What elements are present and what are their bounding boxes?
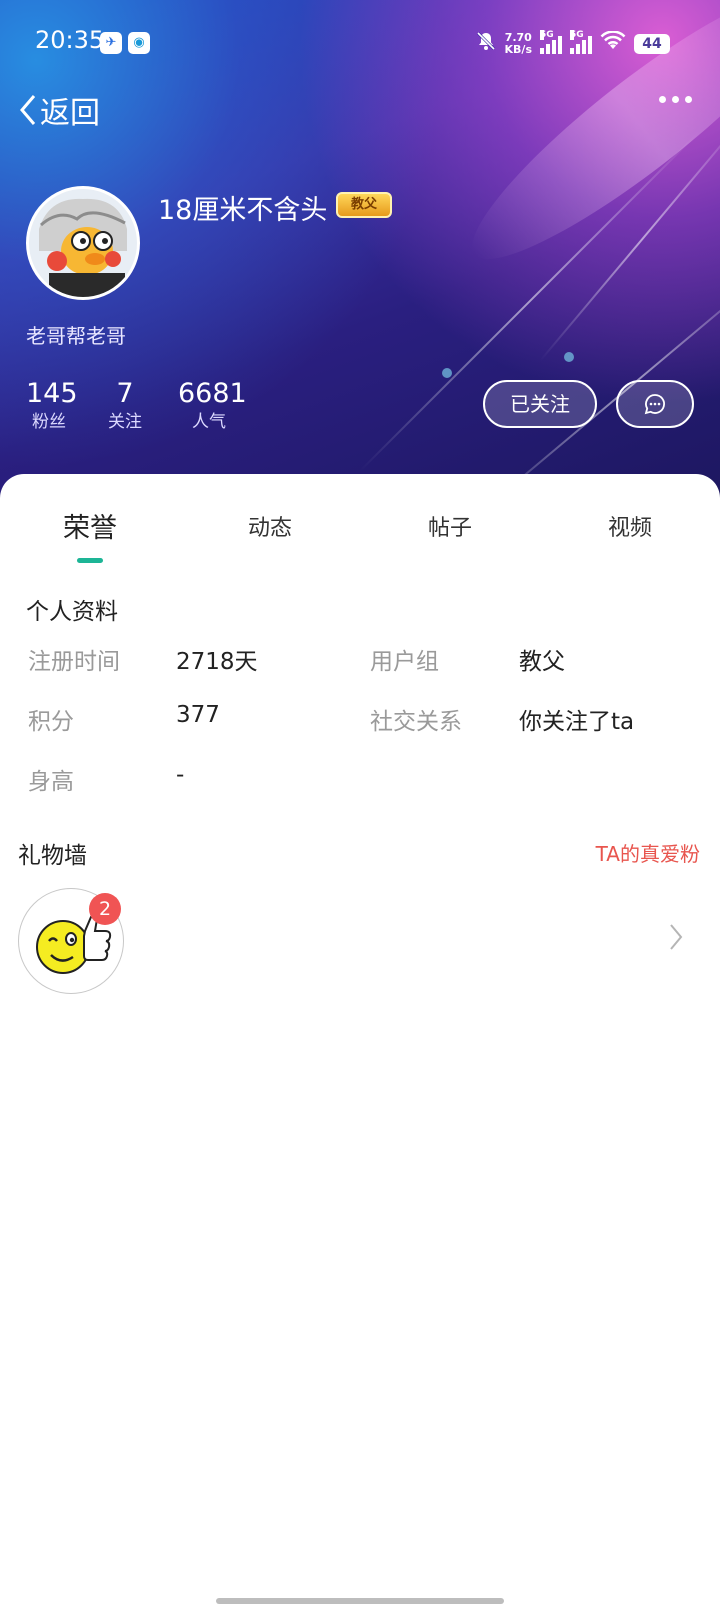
- stat-popularity: 6681 人气: [178, 378, 247, 434]
- gift-wall-title: 礼物墙: [18, 843, 87, 869]
- follow-button[interactable]: 已关注: [483, 380, 597, 428]
- wifi-icon: [600, 30, 626, 56]
- tab-active-indicator: [77, 558, 103, 563]
- signal-5g-icon: 5G: [570, 29, 592, 54]
- stat-value: 145: [26, 378, 78, 409]
- tab-honor[interactable]: 荣誉: [63, 506, 117, 545]
- mute-bell-icon: [475, 30, 497, 57]
- status-indicators: 7.70 KB/s 5G 5G 44: [475, 29, 670, 57]
- back-button[interactable]: 返回: [18, 88, 100, 132]
- bird-app-icon: ✈: [100, 32, 122, 54]
- tab-videos[interactable]: 视频: [608, 510, 652, 542]
- stat-label: 粉丝: [32, 412, 66, 432]
- field-value-points: 377: [176, 702, 220, 728]
- more-dots-icon[interactable]: [659, 96, 692, 103]
- signal-label: 5G: [540, 29, 554, 40]
- chat-bubble-icon: [644, 394, 665, 415]
- home-indicator: [216, 1598, 504, 1604]
- field-label-height: 身高: [28, 769, 74, 795]
- stat-value: 6681: [178, 378, 247, 409]
- field-value-user-group: 教父: [519, 649, 565, 675]
- net-speed-unit: KB/s: [504, 42, 532, 56]
- message-button[interactable]: [616, 380, 694, 428]
- field-label-user-group: 用户组: [370, 649, 439, 675]
- gift-count-badge: 2: [89, 893, 121, 925]
- top-fans-link[interactable]: TA的真爱粉: [596, 838, 700, 867]
- field-value-register-time: 2718天: [176, 649, 258, 675]
- gift-item[interactable]: 2: [18, 888, 124, 994]
- field-label-relation: 社交关系: [370, 709, 462, 735]
- field-label-points: 积分: [28, 709, 74, 735]
- tab-activity[interactable]: 动态: [248, 510, 292, 542]
- field-value-relation: 你关注了ta: [519, 709, 635, 735]
- field-label-register-time: 注册时间: [28, 649, 120, 675]
- avatar[interactable]: [26, 186, 140, 300]
- decorative-dot: [564, 352, 574, 362]
- chevron-left-icon: [20, 95, 36, 125]
- status-bar: 20:35 ✈ ◉ 7.70 KB/s 5G 5G 44: [0, 22, 720, 62]
- decorative-streak: [469, 250, 720, 500]
- stat-label: 人气: [192, 412, 226, 432]
- bio: 老哥帮老哥: [26, 324, 126, 348]
- tab-posts[interactable]: 帖子: [428, 510, 472, 542]
- rank-badge: 教父: [336, 192, 392, 218]
- net-speed-value: 7.70: [504, 30, 532, 44]
- tab-bar: 荣誉 动态 帖子 视频: [0, 510, 720, 560]
- field-value-height: -: [176, 762, 185, 788]
- battery-indicator: 44: [634, 33, 670, 54]
- username: 18厘米不含头: [158, 195, 328, 226]
- profile-info-title: 个人资料: [26, 599, 118, 625]
- status-time: 20:35: [35, 26, 105, 54]
- chevron-right-icon[interactable]: [668, 922, 684, 952]
- camera-app-icon: ◉: [128, 32, 150, 54]
- stat-label: 关注: [108, 412, 142, 432]
- stat-following[interactable]: 7 关注: [104, 378, 146, 434]
- signal-label: 5G: [570, 29, 584, 40]
- stat-value: 7: [116, 378, 134, 409]
- stat-fans[interactable]: 145 粉丝: [26, 378, 78, 434]
- back-label: 返回: [40, 96, 100, 131]
- signal-5g-icon: 5G: [540, 29, 562, 54]
- decorative-dot: [442, 368, 452, 378]
- net-speed: 7.70 KB/s: [504, 30, 532, 56]
- content-sheet: 荣誉 动态 帖子 视频 个人资料 注册时间 2718天 用户组 教父 积分 37…: [0, 474, 720, 1608]
